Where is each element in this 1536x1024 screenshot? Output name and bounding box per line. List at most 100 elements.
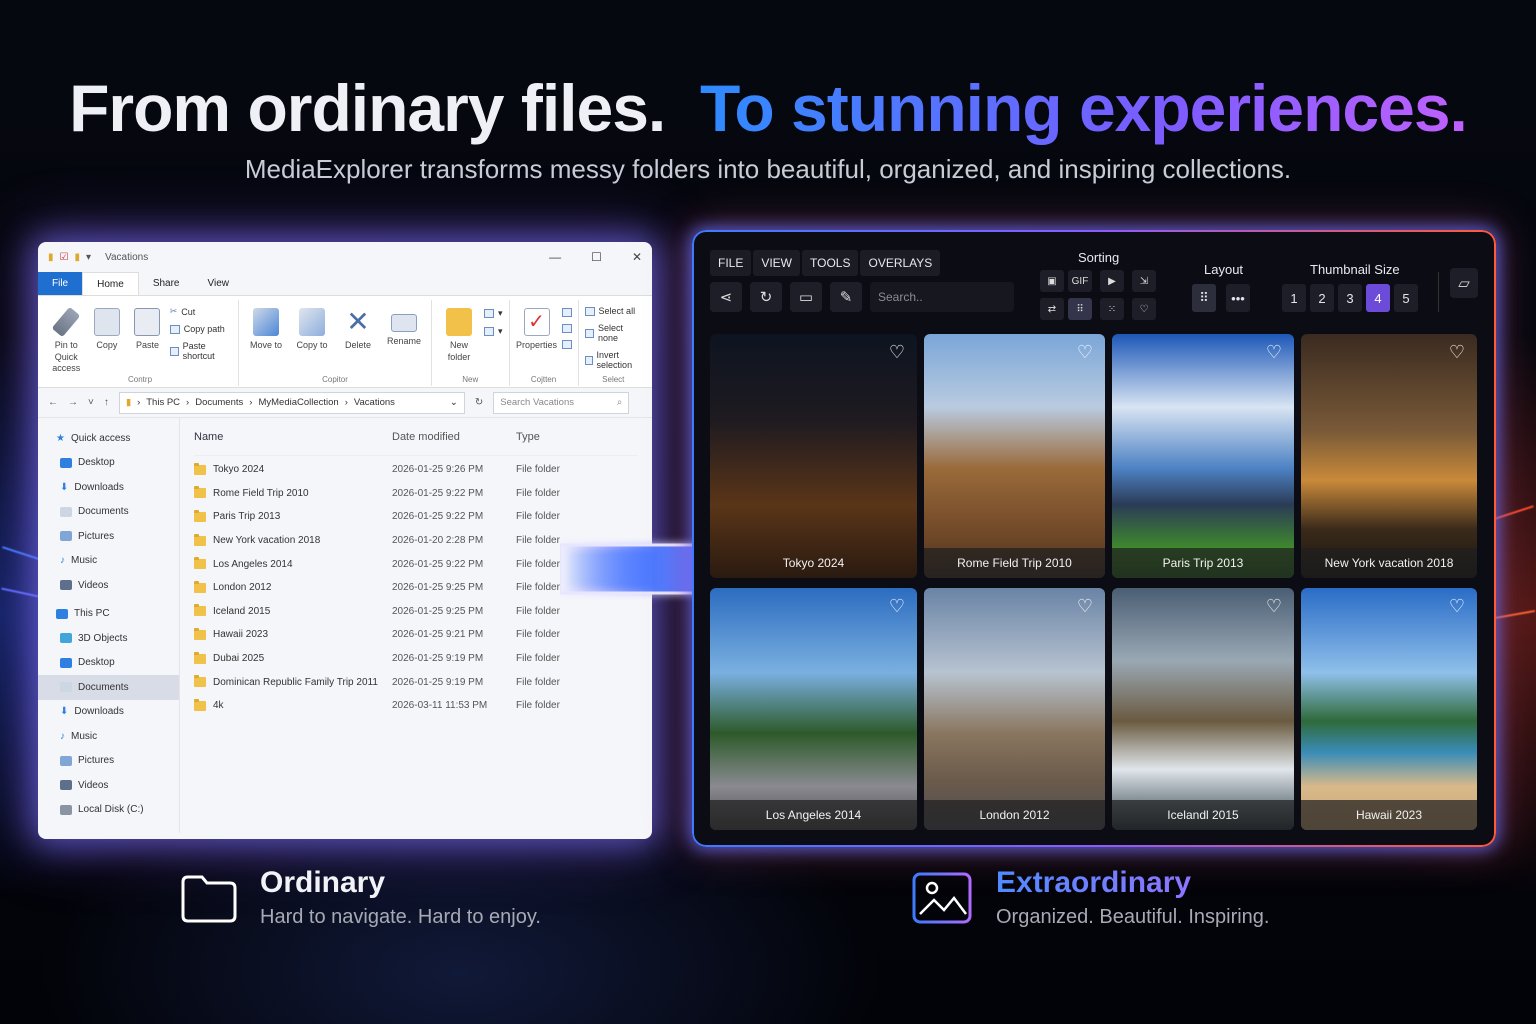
menu-overlays[interactable]: OVERLAYS xyxy=(860,250,941,276)
easy-access-icon[interactable]: ▾ xyxy=(484,326,503,337)
size-button-3[interactable]: 3 xyxy=(1338,284,1362,312)
tile-paris[interactable]: ♡ Paris Trip 2013 xyxy=(1112,334,1294,578)
nav-music[interactable]: ♪ Music xyxy=(38,549,179,574)
size-button-5[interactable]: 5 xyxy=(1394,284,1418,312)
sort-date-icon[interactable]: ▣ xyxy=(1040,270,1064,292)
heart-icon[interactable]: ♡ xyxy=(1447,342,1467,362)
paste-shortcut-button[interactable]: Paste shortcut xyxy=(169,341,232,361)
copy-path-button[interactable]: Copy path xyxy=(169,324,232,334)
tab-view[interactable]: View xyxy=(194,272,244,295)
edit-icon[interactable]: ✎ xyxy=(830,282,862,312)
chevron-down-icon[interactable]: ⌄ xyxy=(450,397,458,408)
video-sort-icon[interactable]: ▶ xyxy=(1100,270,1124,292)
table-row[interactable]: Dominican Republic Family Trip 2011 2026-… xyxy=(194,670,638,694)
tile-iceland[interactable]: ♡ Icelandl 2015 xyxy=(1112,588,1294,830)
up-icon[interactable]: ↑ xyxy=(104,397,109,408)
invert-selection-button[interactable]: Invert selection xyxy=(584,350,642,370)
column-date[interactable]: Date modified xyxy=(392,431,516,443)
crumb-vacations[interactable]: Vacations xyxy=(354,397,395,408)
refresh-icon[interactable]: ↻ xyxy=(475,397,483,408)
tile-tokyo[interactable]: ♡ Tokyo 2024 xyxy=(710,334,917,578)
nav-music[interactable]: ♪ Music xyxy=(38,724,179,749)
select-none-button[interactable]: Select none xyxy=(584,323,642,343)
properties-button[interactable]: ✓ Properties xyxy=(516,300,558,386)
nav-videos[interactable]: Videos xyxy=(38,773,179,798)
new-folder-button[interactable]: New folder xyxy=(438,300,480,386)
table-row[interactable]: Rome Field Trip 2010 2026-01-25 9:22 PM Fi… xyxy=(194,482,638,506)
heart-filter-icon[interactable]: ♡ xyxy=(1132,298,1156,320)
delete-button[interactable]: ✕ Delete xyxy=(337,300,379,386)
menu-view[interactable]: VIEW xyxy=(753,250,801,276)
folder-icon[interactable]: ▭ xyxy=(790,282,822,312)
swap-icon[interactable]: ⇄ xyxy=(1040,298,1064,320)
tab-home[interactable]: Home xyxy=(82,272,139,295)
size-button-2[interactable]: 2 xyxy=(1310,284,1334,312)
edit-icon[interactable] xyxy=(561,324,572,333)
move-to-button[interactable]: Move to xyxy=(245,300,287,386)
tile-hawaii[interactable]: ♡ Hawaii 2023 xyxy=(1301,588,1477,830)
size-button-4[interactable]: 4 xyxy=(1366,284,1390,312)
column-type[interactable]: Type xyxy=(516,431,540,443)
tab-file[interactable]: File xyxy=(38,272,83,295)
tile-london[interactable]: ♡ London 2012 xyxy=(924,588,1105,830)
tile-rome[interactable]: ♡ Rome Field Trip 2010 xyxy=(924,334,1105,578)
grid-small-icon[interactable]: ⠿ xyxy=(1068,298,1092,320)
check-icon[interactable]: ☑ xyxy=(60,252,69,263)
dropdown-icon[interactable]: ▾ xyxy=(86,252,91,263)
select-all-button[interactable]: Select all xyxy=(584,306,642,316)
heart-icon[interactable]: ♡ xyxy=(887,342,907,362)
nav-documents[interactable]: Documents xyxy=(38,675,179,700)
pin-button[interactable]: Pin to Quick access xyxy=(48,300,85,386)
crumb-documents[interactable]: Documents xyxy=(195,397,243,408)
gif-toggle[interactable]: GIF xyxy=(1068,270,1092,292)
tile-new-york[interactable]: ♡ New York vacation 2018 xyxy=(1301,334,1477,578)
heart-icon[interactable]: ♡ xyxy=(1075,596,1095,616)
nav-local-disk[interactable]: Local Disk (C:) xyxy=(38,798,179,823)
refresh-icon[interactable]: ↻ xyxy=(750,282,782,312)
column-name[interactable]: Name xyxy=(194,431,392,443)
breadcrumb[interactable]: ▮ › This PC › Documents › MyMediaCollection… xyxy=(118,391,465,414)
tile-los-angeles[interactable]: ♡ Los Angeles 2014 xyxy=(710,588,917,830)
cursor-icon[interactable]: ⇲ xyxy=(1132,270,1156,292)
nav-3d-objects[interactable]: 3D Objects xyxy=(38,626,179,651)
paste-button[interactable]: Paste xyxy=(129,300,166,386)
copy-button[interactable]: Copy xyxy=(89,300,126,386)
heart-icon[interactable]: ♡ xyxy=(1264,596,1284,616)
nav-downloads[interactable]: ⬇ Downloads xyxy=(38,475,179,500)
heart-icon[interactable]: ♡ xyxy=(1264,342,1284,362)
share-icon[interactable]: ⋖ xyxy=(710,282,742,312)
cut-button[interactable]: ✂ Cut xyxy=(170,306,232,317)
copy-to-button[interactable]: Copy to xyxy=(291,300,333,386)
table-row[interactable]: Dubai 2025 2026-01-25 9:19 PM File folder xyxy=(194,647,638,671)
search-input[interactable]: Search Vacations ⌕ xyxy=(493,391,630,414)
nav-this-pc[interactable]: This PC xyxy=(38,602,179,627)
menu-file[interactable]: FILE xyxy=(710,250,752,276)
layout-row-icon[interactable]: ••• xyxy=(1226,284,1250,312)
nav-pictures[interactable]: Pictures xyxy=(38,749,179,774)
layout-grid-icon[interactable]: ⠿ xyxy=(1192,284,1216,312)
nav-desktop[interactable]: Desktop xyxy=(38,451,179,476)
back-icon[interactable]: ← xyxy=(48,397,58,408)
tab-share[interactable]: Share xyxy=(139,272,194,295)
nav-downloads[interactable]: ⬇ Downloads xyxy=(38,700,179,725)
forward-icon[interactable]: → xyxy=(68,397,78,408)
heart-icon[interactable]: ♡ xyxy=(1075,342,1095,362)
grid-icon[interactable]: ⁙ xyxy=(1100,298,1124,320)
new-item-icon[interactable]: ▾ xyxy=(484,308,503,319)
open-icon[interactable] xyxy=(561,308,572,317)
menu-tools[interactable]: TOOLS xyxy=(802,250,859,276)
close-button[interactable]: ✕ xyxy=(632,250,642,264)
nav-quick-access[interactable]: ★ Quick access xyxy=(38,426,179,451)
search-input[interactable]: Search.. xyxy=(870,282,1014,312)
minimize-button[interactable]: — xyxy=(549,250,561,264)
crumb-mymediacollection[interactable]: MyMediaCollection xyxy=(258,397,338,408)
nav-pictures[interactable]: Pictures xyxy=(38,524,179,549)
open-folder-icon[interactable]: ▱ xyxy=(1450,268,1478,298)
heart-icon[interactable]: ♡ xyxy=(1447,596,1467,616)
nav-videos[interactable]: Videos xyxy=(38,573,179,598)
heart-icon[interactable]: ♡ xyxy=(887,596,907,616)
nav-desktop[interactable]: Desktop xyxy=(38,651,179,676)
nav-documents[interactable]: Documents xyxy=(38,500,179,525)
rename-button[interactable]: Rename xyxy=(383,300,425,386)
maximize-button[interactable]: ☐ xyxy=(591,250,602,264)
